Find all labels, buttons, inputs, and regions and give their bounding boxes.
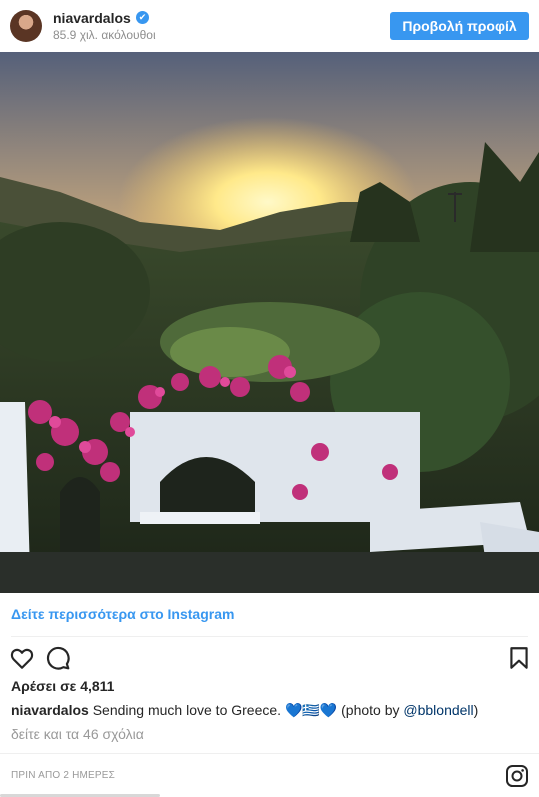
post-header: niavardalos ✔ 85.9 χιλ. ακόλουθοι Προβολ…: [0, 0, 539, 52]
see-more-instagram-link[interactable]: Δείτε περισσότερα στο Instagram: [11, 606, 234, 622]
view-comments-link[interactable]: δείτε και τα 46 σχόλια: [11, 726, 144, 742]
instagram-icon[interactable]: [505, 764, 529, 788]
divider: [0, 753, 539, 754]
likes-count[interactable]: Αρέσει σε 4,811: [11, 678, 114, 694]
follower-count: 85.9 χιλ. ακόλουθοι: [53, 28, 156, 42]
post-timestamp[interactable]: ΠΡΙΝ ΑΠΟ 2 ΗΜΕΡΕΣ: [11, 770, 115, 781]
caption-text-end: ): [473, 702, 479, 718]
caption-username[interactable]: niavardalos: [11, 702, 89, 718]
divider: [11, 636, 528, 637]
comment-icon[interactable]: [45, 645, 71, 671]
caption-text: Sending much love to Greece. 💙🇬🇷💙 (photo…: [92, 702, 404, 718]
heart-icon[interactable]: [9, 645, 35, 671]
bookmark-icon[interactable]: [506, 645, 532, 671]
profile-username[interactable]: niavardalos: [53, 10, 131, 26]
view-profile-button[interactable]: Προβολή προφίλ: [390, 12, 529, 40]
post-photo[interactable]: [0, 52, 539, 593]
avatar[interactable]: [10, 10, 42, 42]
mention-link[interactable]: @bblondell: [403, 702, 473, 718]
post-caption: niavardalos Sending much love to Greece.…: [11, 702, 478, 719]
verified-icon: ✔: [136, 11, 149, 24]
